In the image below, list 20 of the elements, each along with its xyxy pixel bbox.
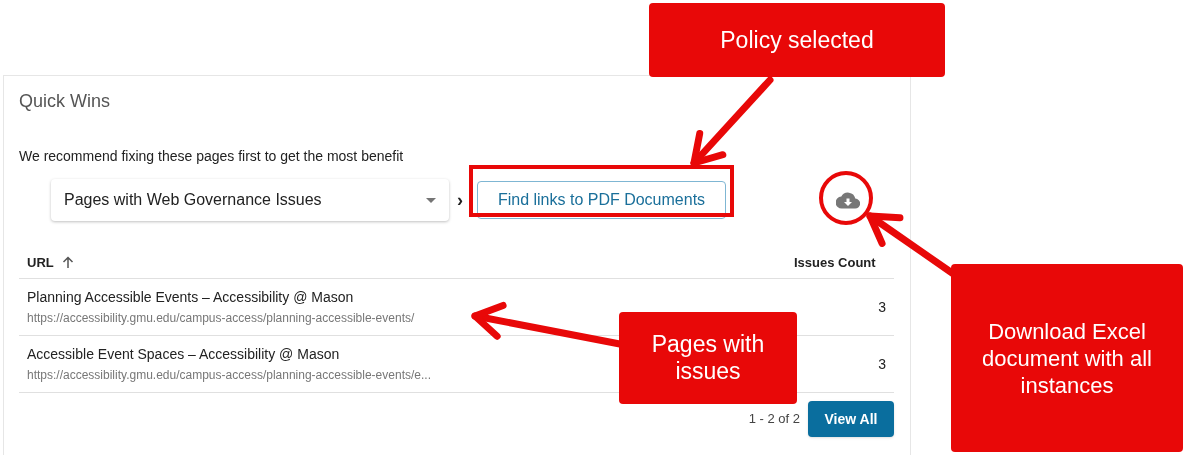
callout: Pages with issues [619, 312, 797, 404]
chevron-separator: › [457, 188, 464, 212]
highlight-circle [819, 171, 873, 225]
category-select[interactable]: Pages with Web Governance Issues [51, 179, 449, 221]
cloud-download-icon[interactable] [836, 191, 860, 209]
subtitle-text: We recommend fixing these pages first to get the most benefit [19, 147, 405, 166]
page-url: https://accessibility.gmu.edu/campus-access/planning-accessible-events/ [27, 310, 415, 327]
dropdown-caret-icon [426, 197, 436, 203]
callout: Policy selected [649, 3, 945, 77]
view-all-button[interactable]: View All [808, 401, 894, 437]
card-title: Quick Wins [19, 90, 111, 113]
callout: Download Excel document with all instances [951, 264, 1183, 452]
page-title[interactable]: Planning Accessible Events – Accessibility @ Mason [27, 287, 354, 308]
page-title[interactable]: Accessible Event Spaces – Accessibility @ Mason [27, 344, 340, 365]
page-url: https://accessibility.gmu.edu/campus-access/planning-accessible-events/e... [27, 367, 431, 384]
issues-count: 3 [878, 354, 886, 374]
column-header[interactable]: Issues Count [794, 252, 876, 273]
pagination-text: 1 - 2 of 2 [748, 410, 800, 429]
column-header[interactable]: URL [27, 252, 54, 273]
issues-count: 3 [878, 297, 886, 317]
